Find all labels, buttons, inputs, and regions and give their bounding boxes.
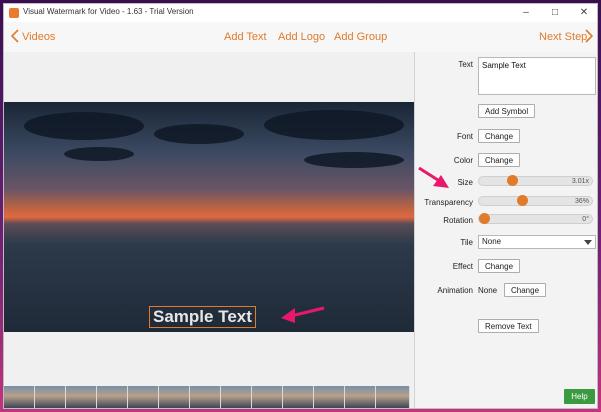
close-button[interactable]: ✕ xyxy=(572,6,596,20)
chevron-left-icon[interactable] xyxy=(11,29,19,43)
maximize-button[interactable]: □ xyxy=(543,6,567,20)
back-to-videos-link[interactable]: Videos xyxy=(22,31,55,43)
cloud-shape xyxy=(24,112,144,140)
annotation-arrow-icon xyxy=(418,166,449,188)
animation-value: None xyxy=(478,286,498,295)
filmstrip-frame xyxy=(66,386,97,408)
tile-select[interactable]: None xyxy=(478,235,596,249)
watermark-text-input[interactable]: Sample Text xyxy=(478,57,596,95)
top-toolbar: Videos Add Text Add Logo Add Group Next … xyxy=(4,22,597,52)
tile-label: Tile xyxy=(460,238,473,247)
transparency-value: 36% xyxy=(574,198,589,205)
transparency-slider[interactable]: 36% xyxy=(478,195,593,206)
add-logo-button[interactable]: Add Logo xyxy=(278,31,325,43)
settings-panel: Text Sample Text Add Symbol Font Change … xyxy=(414,52,597,408)
add-text-button[interactable]: Add Text xyxy=(224,31,267,43)
minimize-button[interactable]: – xyxy=(514,6,538,20)
app-window: Visual Watermark for Video - 1.63 - Tria… xyxy=(3,3,598,409)
app-logo-icon xyxy=(9,8,19,18)
title-bar: Visual Watermark for Video - 1.63 - Tria… xyxy=(4,4,597,22)
filmstrip-frame xyxy=(4,386,35,408)
filmstrip-frame xyxy=(128,386,159,408)
window-title: Visual Watermark for Video - 1.63 - Tria… xyxy=(23,7,194,16)
help-button[interactable]: Help xyxy=(564,389,595,404)
tile-selected-value: None xyxy=(482,237,502,246)
add-group-button[interactable]: Add Group xyxy=(334,31,387,43)
remove-text-button[interactable]: Remove Text xyxy=(478,319,539,333)
font-change-button[interactable]: Change xyxy=(478,129,521,143)
size-value: 3.01x xyxy=(571,178,589,185)
transparency-slider-handle[interactable] xyxy=(517,195,528,206)
color-label: Color xyxy=(453,156,473,165)
next-step-link[interactable]: Next Step xyxy=(539,31,587,43)
timeline-filmstrip[interactable] xyxy=(4,386,410,408)
size-slider-handle[interactable] xyxy=(507,175,518,186)
watermark-text-overlay[interactable]: Sample Text xyxy=(149,306,256,328)
filmstrip-frame xyxy=(283,386,314,408)
transparency-label: Transparency xyxy=(424,198,473,207)
annotation-arrow-icon xyxy=(281,306,325,323)
filmstrip-frame xyxy=(376,386,410,408)
cloud-shape xyxy=(304,152,404,168)
text-label: Text xyxy=(458,60,473,69)
video-preview[interactable]: Sample Text xyxy=(4,102,414,332)
animation-change-button[interactable]: Change xyxy=(504,283,547,297)
filmstrip-frame xyxy=(221,386,252,408)
size-slider[interactable]: 3.01x xyxy=(478,175,593,186)
rotation-label: Rotation xyxy=(443,216,473,225)
animation-label: Animation xyxy=(437,286,473,295)
filmstrip-frame xyxy=(314,386,345,408)
filmstrip-frame xyxy=(252,386,283,408)
cloud-shape xyxy=(64,147,134,161)
rotation-value: 0° xyxy=(582,216,589,223)
add-symbol-button[interactable]: Add Symbol xyxy=(478,104,536,118)
preview-pane: Sample Text xyxy=(4,52,414,408)
filmstrip-frame xyxy=(345,386,376,408)
effect-label: Effect xyxy=(452,262,473,271)
color-change-button[interactable]: Change xyxy=(478,153,521,167)
chevron-right-icon[interactable] xyxy=(585,29,593,43)
rotation-slider-handle[interactable] xyxy=(479,213,490,224)
cloud-shape xyxy=(154,124,244,144)
font-label: Font xyxy=(456,132,473,141)
size-label: Size xyxy=(457,178,473,187)
filmstrip-frame xyxy=(159,386,190,408)
effect-change-button[interactable]: Change xyxy=(478,259,521,273)
filmstrip-frame xyxy=(190,386,221,408)
filmstrip-frame xyxy=(97,386,128,408)
filmstrip-frame xyxy=(35,386,66,408)
cloud-shape xyxy=(264,110,404,140)
rotation-slider[interactable]: 0° xyxy=(478,213,593,224)
dropdown-arrow-icon[interactable] xyxy=(584,240,592,245)
